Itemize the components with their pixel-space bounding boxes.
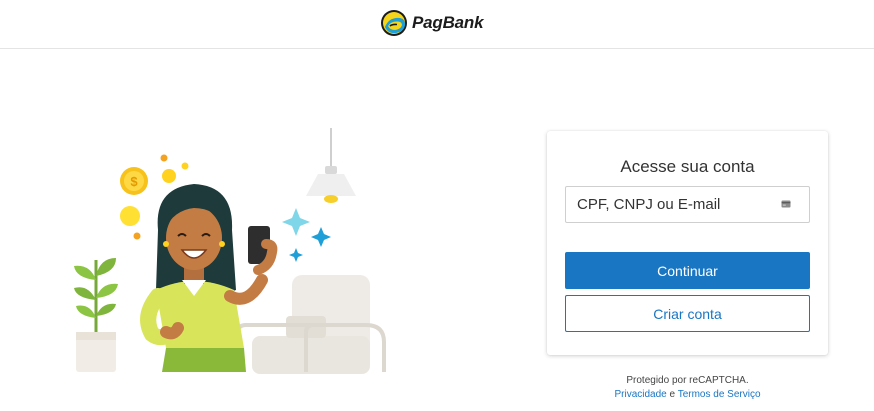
brand-name: PagBank	[412, 13, 484, 32]
terms-link[interactable]: Termos de Serviço	[678, 389, 761, 400]
login-title: Acesse sua conta	[620, 157, 755, 176]
cpf-cnpj-email-input[interactable]	[566, 187, 777, 222]
privacy-link[interactable]: Privacidade	[614, 389, 666, 400]
recaptcha-notice: Protegido por reCAPTCHA. Privacidade e T…	[547, 374, 828, 402]
header: PagBank	[0, 0, 874, 49]
login-card: Acesse sua conta Continuar Criar conta	[547, 131, 828, 355]
continue-button[interactable]: Continuar	[565, 252, 810, 289]
coin-symbol: $	[130, 174, 138, 189]
card-icon[interactable]	[781, 200, 791, 208]
login-field[interactable]	[565, 186, 810, 223]
create-account-button[interactable]: Criar conta	[565, 295, 810, 332]
pagbank-logo-icon	[381, 10, 407, 36]
pagbank-logo[interactable]: PagBank	[380, 9, 484, 37]
woman-with-phone-illustration: $	[66, 120, 396, 380]
recaptcha-and-text: e	[669, 389, 676, 400]
recaptcha-protected-text: Protegido por reCAPTCHA.	[626, 375, 749, 386]
recaptcha-links: Privacidade e Termos de Serviço	[547, 388, 828, 402]
